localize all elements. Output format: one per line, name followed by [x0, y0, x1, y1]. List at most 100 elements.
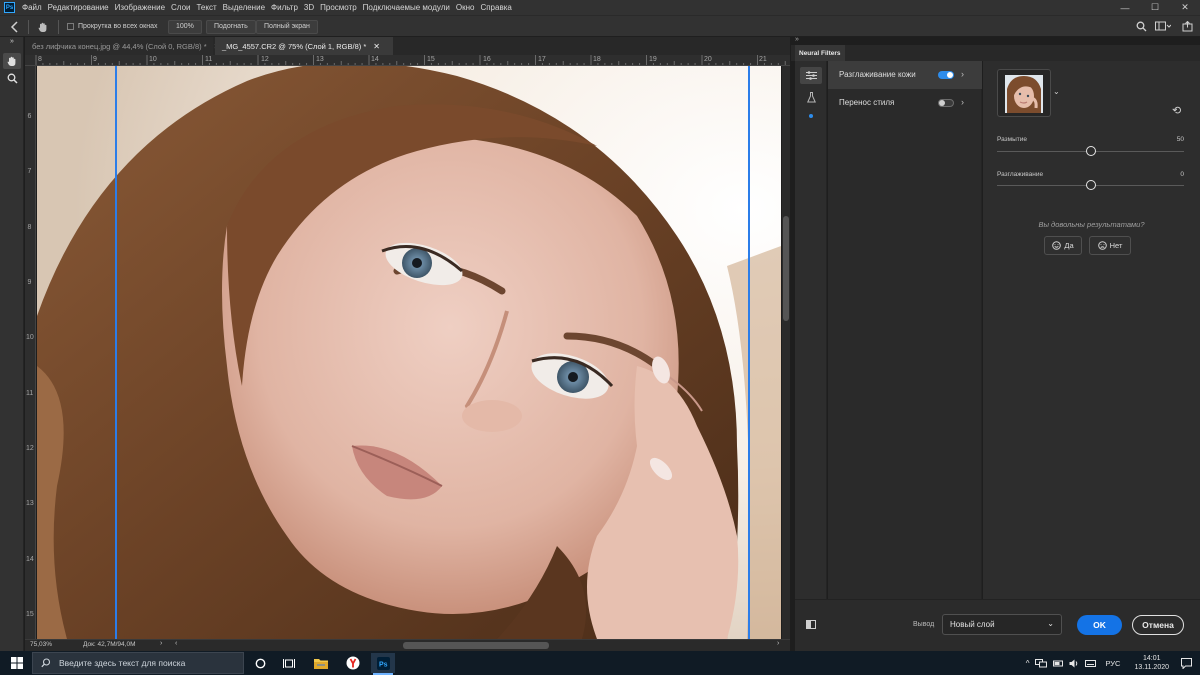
- smoothness-slider-knob[interactable]: [1085, 180, 1096, 190]
- system-clock[interactable]: 14:01 13.11.2020: [1134, 654, 1169, 672]
- storage-icon[interactable]: [1053, 659, 1064, 668]
- windows-start-icon[interactable]: [4, 653, 30, 673]
- menu-window[interactable]: Окно: [453, 0, 478, 15]
- scroll-all-windows-label: Прокрутка во всех окнах: [78, 23, 158, 30]
- output-select[interactable]: Новый слой ⌄: [942, 614, 1062, 635]
- document-size-readout: Док: 42,7M/94,0M: [83, 641, 136, 648]
- document-canvas[interactable]: [37, 66, 781, 639]
- beta-filters-flask-icon[interactable]: [800, 89, 822, 106]
- volume-icon[interactable]: [1069, 659, 1079, 668]
- taskbar-search-placeholder: Введите здесь текст для поиска: [59, 658, 186, 668]
- close-window-button[interactable]: ✕: [1170, 0, 1200, 15]
- tab-document-1-label: без лифчика конец.jpg @ 44,4% (Слой 0, R…: [32, 41, 207, 51]
- guide-line[interactable]: [748, 66, 750, 639]
- photoshop-taskbar-icon[interactable]: Ps: [371, 653, 395, 675]
- cortana-icon[interactable]: [248, 653, 272, 673]
- feedback-no-button[interactable]: Нет: [1089, 236, 1131, 255]
- input-language[interactable]: РУС: [1105, 659, 1120, 668]
- tab-document-2[interactable]: _MG_4557.CR2 @ 75% (Слой 1, RGB/8) * ✕: [215, 37, 393, 55]
- share-icon[interactable]: [1182, 19, 1193, 34]
- portrait-photo: [37, 66, 781, 639]
- zoom-tool-icon[interactable]: [3, 70, 21, 86]
- filter-style-transfer-toggle[interactable]: [938, 99, 954, 107]
- filter-style-transfer-label: Перенос стиля: [839, 98, 895, 107]
- horizontal-scrollbar-thumb[interactable]: [403, 642, 549, 649]
- file-explorer-icon[interactable]: [309, 653, 333, 673]
- filter-style-transfer[interactable]: Перенос стиля ›: [828, 89, 982, 117]
- workspace-icon[interactable]: [1155, 19, 1171, 34]
- panel-collapse-icon[interactable]: »: [795, 36, 799, 43]
- menu-help[interactable]: Справка: [477, 0, 514, 15]
- chevron-right-icon[interactable]: ›: [961, 69, 964, 79]
- frown-icon: [1097, 241, 1107, 250]
- guide-line[interactable]: [115, 66, 117, 639]
- menu-plugins[interactable]: Подключаемые модули: [360, 0, 453, 15]
- menu-select[interactable]: Выделение: [220, 0, 268, 15]
- toggle-knob: [939, 100, 945, 106]
- face-selector[interactable]: [997, 69, 1051, 117]
- preview-compare-icon[interactable]: [806, 620, 816, 631]
- blur-slider-label: Размытие: [997, 136, 1028, 143]
- minimize-button[interactable]: —: [1110, 0, 1140, 15]
- menu-type[interactable]: Текст: [193, 0, 219, 15]
- checkbox-box[interactable]: [67, 23, 74, 30]
- vertical-scrollbar[interactable]: [782, 66, 790, 639]
- ruler-label: 6: [27, 113, 32, 120]
- fill-screen-button[interactable]: Полный экран: [256, 20, 318, 34]
- all-filters-icon[interactable]: [800, 67, 822, 84]
- yandex-browser-icon[interactable]: [341, 653, 365, 673]
- back-icon[interactable]: [10, 19, 20, 34]
- tab-document-1[interactable]: без лифчика конец.jpg @ 44,4% (Слой 0, R…: [25, 37, 220, 55]
- zoom-readout[interactable]: 75,03%: [30, 641, 52, 648]
- filter-skin-smoothing[interactable]: Разглаживание кожи ›: [828, 61, 982, 89]
- notifications-icon[interactable]: [1181, 657, 1192, 669]
- feedback-yes-label: Да: [1064, 241, 1074, 250]
- fit-screen-button[interactable]: Подогнать: [206, 20, 256, 34]
- cancel-button[interactable]: Отмена: [1132, 615, 1184, 635]
- reset-icon[interactable]: ⟲: [1172, 104, 1181, 117]
- tools-panel: »: [0, 37, 24, 651]
- toolbar-collapse-icon[interactable]: »: [3, 38, 21, 45]
- window-controls: — ☐ ✕: [1110, 0, 1200, 15]
- menu-view[interactable]: Просмотр: [317, 0, 360, 15]
- neural-filters-tab[interactable]: Neural Filters: [795, 45, 845, 61]
- menu-edit[interactable]: Редактирование: [45, 0, 112, 15]
- chevron-down-icon: ⌄: [1047, 619, 1054, 628]
- scroll-right-icon[interactable]: ›: [777, 640, 779, 647]
- blur-slider-knob[interactable]: [1085, 146, 1096, 156]
- blur-slider-value[interactable]: 50: [1177, 136, 1184, 143]
- chevron-right-icon[interactable]: ›: [961, 97, 964, 107]
- keyboard-icon[interactable]: [1085, 659, 1097, 668]
- network-icon[interactable]: [1035, 658, 1048, 668]
- menu-layers[interactable]: Слои: [168, 0, 193, 15]
- wait-list-dot-icon[interactable]: [809, 114, 813, 118]
- show-hidden-icons-icon[interactable]: ^: [1026, 659, 1030, 668]
- status-menu-arrow-icon[interactable]: ›: [160, 640, 162, 647]
- feedback-question: Вы довольны результатами?: [1038, 220, 1145, 229]
- zoom-100-button[interactable]: 100%: [168, 20, 202, 34]
- chevron-down-icon[interactable]: ⌄: [1053, 87, 1060, 96]
- ok-button[interactable]: OK: [1077, 615, 1122, 635]
- smoothness-slider-value[interactable]: 0: [1180, 171, 1184, 178]
- scroll-all-windows-checkbox[interactable]: Прокрутка во всех окнах: [67, 19, 157, 34]
- taskbar-search-box[interactable]: Введите здесь текст для поиска: [32, 652, 244, 674]
- search-icon[interactable]: [1136, 19, 1147, 34]
- hand-tool-icon[interactable]: [3, 53, 21, 69]
- menu-3d[interactable]: 3D: [301, 0, 317, 15]
- vertical-scrollbar-thumb[interactable]: [783, 216, 789, 321]
- maximize-button[interactable]: ☐: [1140, 0, 1170, 15]
- document-tabs: без лифчика конец.jpg @ 44,4% (Слой 0, R…: [25, 37, 790, 55]
- tab-document-2-label: _MG_4557.CR2 @ 75% (Слой 1, RGB/8) *: [222, 41, 367, 51]
- filter-skin-smoothing-toggle[interactable]: [938, 71, 954, 79]
- task-view-icon[interactable]: [277, 653, 301, 673]
- ruler-ticks: [35, 55, 786, 65]
- menu-image[interactable]: Изображение: [112, 0, 168, 15]
- photoshop-logo-icon: Ps: [4, 2, 15, 13]
- close-icon[interactable]: ✕: [373, 42, 380, 51]
- options-divider: [58, 20, 59, 34]
- menu-file[interactable]: Файл: [19, 0, 45, 15]
- feedback-yes-button[interactable]: Да: [1044, 236, 1082, 255]
- scroll-left-icon[interactable]: ‹: [175, 640, 177, 647]
- neural-filters-header: Neural Filters: [791, 45, 1200, 61]
- menu-filter[interactable]: Фильтр: [268, 0, 301, 15]
